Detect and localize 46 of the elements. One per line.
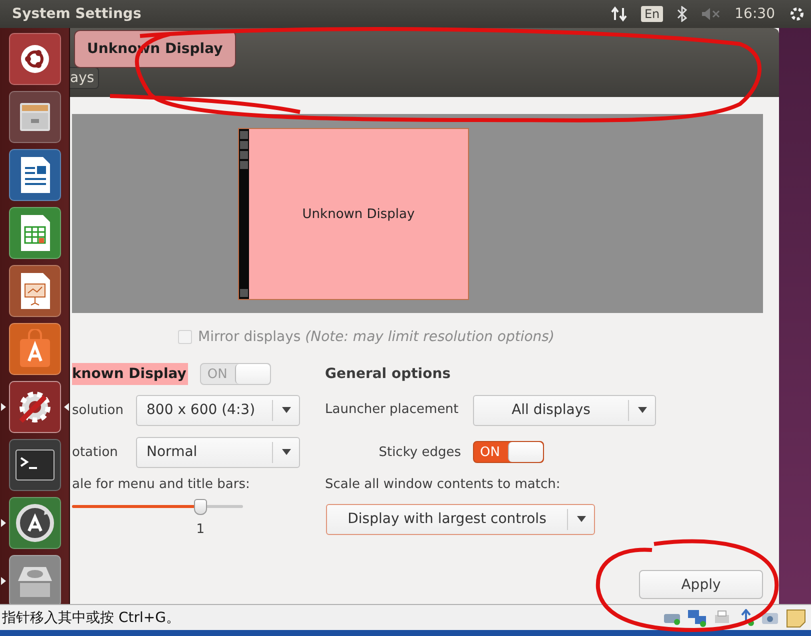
muted-speaker-icon[interactable] [700,7,721,21]
launcher-item[interactable] [8,33,60,85]
update-arrows-icon [14,503,54,543]
clock[interactable]: 16:30 [734,6,775,22]
network-arrows-icon[interactable] [611,6,628,22]
caret-icon [576,516,586,522]
ubuntu-logo-icon [20,44,50,74]
caret-icon [638,407,646,413]
section-heading: General options [325,366,451,382]
network-icon[interactable] [687,608,707,626]
displays-button[interactable]: ays [70,67,100,89]
terminal-icon [14,449,54,481]
launcher-item[interactable] [8,381,60,433]
launcher-item[interactable] [8,497,60,549]
rotation-dropdown[interactable]: Normal [136,436,300,468]
power-gear-icon[interactable] [789,6,805,22]
monitor-preview[interactable]: Unknown Display [238,128,469,300]
printer-icon[interactable] [713,610,731,626]
scale-all-dropdown[interactable]: Display with largest controls [326,504,595,534]
toggle-switch[interactable]: ON [473,441,544,463]
resolution-dropdown[interactable]: 800 x 600 (4:3) [136,394,300,426]
launcher-placement-label: Launcher placement [325,401,460,419]
launcher-item[interactable] [8,439,60,491]
monitor-label: Unknown Display [301,206,416,222]
launcher-placement-dropdown[interactable]: All displays [473,394,656,426]
apply-button[interactable]: Apply [639,570,763,599]
caret-icon [282,407,290,413]
keyboard-layout-indicator[interactable]: En [641,6,663,22]
display-name[interactable]: known Display [72,363,188,385]
launcher-item[interactable] [8,265,60,317]
launcher-item[interactable] [8,207,60,259]
scale-all-label: Scale all window contents to match: [325,476,560,492]
note-icon[interactable] [785,608,807,628]
slider-thumb[interactable] [194,499,208,515]
scale-value: 1 [196,522,205,537]
resolution-label: solution [72,402,124,418]
caret-icon [282,449,290,455]
mirror-label: Mirror displays (Note: may limit resolution options) [198,329,554,345]
scale-label: ale for menu and title bars: [72,476,250,492]
launcher-item[interactable] [8,149,60,201]
bluetooth-icon[interactable] [676,6,687,22]
status-hint: 指针移入其中或按 Ctrl+G。 [2,608,181,626]
window-title: System Settings [12,6,142,22]
sticky-edges-label: Sticky edges [378,444,461,460]
launcher-item[interactable] [8,91,60,143]
rotation-label: otation [72,444,119,460]
